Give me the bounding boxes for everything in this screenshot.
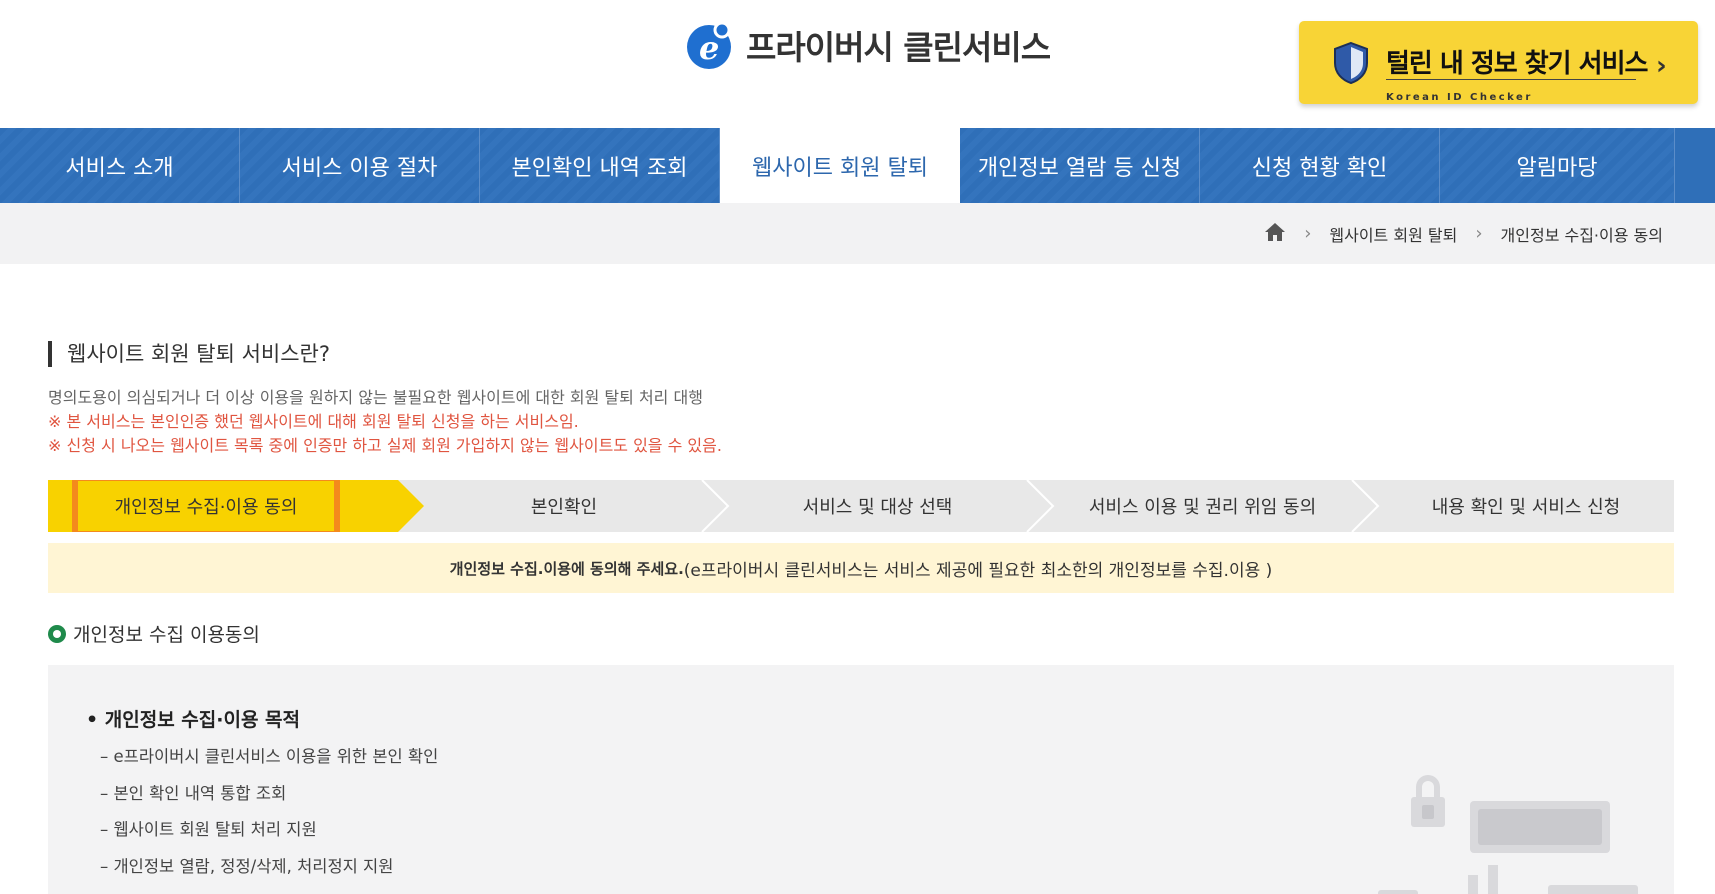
notice-text: (e프라이버시 클린서비스는 서비스 제공에 필요한 최소한의 개인정보를 수집… [683,560,1273,581]
list-item: – 웹사이트 회원 탈퇴 처리 지원 [100,820,317,839]
list-item: – e프라이버시 클린서비스 이용을 위한 본인 확인 [100,747,439,766]
promo-title: 털린 내 정보 찾기 서비스 [1386,49,1648,79]
home-icon[interactable] [1264,222,1286,246]
logo-text: 프라이버시 클린서비스 [746,28,1051,67]
privacy-lock-illustration-icon [1318,765,1674,894]
step-5-confirm-apply: 내용 확인 및 서비스 신청 [1431,497,1621,518]
chevron-right-icon: › [1656,51,1667,81]
promo-divider [1386,79,1636,80]
nav-item-personal-info-request[interactable]: 개인정보 열람 등 신청 [960,128,1200,203]
nav-item-application-status[interactable]: 신청 현황 확인 [1200,128,1440,203]
consent-title: 개인정보 수집 이용동의 [73,624,260,646]
circle-bullet-icon [48,624,66,643]
breadcrumb-current: 개인정보 수집·이용 동의 [1500,225,1663,245]
consent-section-heading: 개인정보 수집 이용동의 [48,620,260,647]
page-title: 웹사이트 회원 탈퇴 서비스란? [48,341,330,367]
promo-subtitle: Korean ID Checker [1386,92,1533,103]
header: e 프라이버시 클린서비스 털린 내 정보 찾기 서비스 Korean ID C… [0,0,1715,128]
shield-icon [1333,41,1369,89]
breadcrumb: › 웹사이트 회원 탈퇴 › 개인정보 수집·이용 동의 [1264,203,1663,264]
note-text: ※ 본 서비스는 본인인증 했던 웹사이트에 대해 회원 탈퇴 신청을 하는 서… [48,412,579,431]
step-progress: 개인정보 수집·이용 동의 본인확인 서비스 및 대상 선택 서비스 이용 및 … [48,480,1674,532]
purpose-list: – e프라이버시 클린서비스 이용을 위한 본인 확인 – 본인 확인 내역 통… [100,743,438,889]
consent-terms-panel[interactable]: • 개인정보 수집·이용 목적 – e프라이버시 클린서비스 이용을 위한 본인… [48,665,1674,894]
site-logo[interactable]: e 프라이버시 클린서비스 [684,18,1051,72]
breadcrumb-bar: › 웹사이트 회원 탈퇴 › 개인정보 수집·이용 동의 [0,203,1715,264]
purpose-heading: • 개인정보 수집·이용 목적 [86,709,301,731]
main-nav: 서비스 소개 서비스 이용 절차 본인확인 내역 조회 웹사이트 회원 탈퇴 개… [0,128,1715,203]
step-4-delegation-consent: 서비스 이용 및 권리 위임 동의 [1088,497,1317,518]
nav-item-website-withdrawal[interactable]: 웹사이트 회원 탈퇴 [720,128,960,203]
section-description: 명의도용이 의심되거나 더 이상 이용을 원하지 않는 불필요한 웹사이트에 대… [48,386,722,458]
consent-notice: 개인정보 수집.이용에 동의해 주세요. (e프라이버시 클린서비스는 서비스 … [48,543,1674,593]
breadcrumb-item[interactable]: 웹사이트 회원 탈퇴 [1329,222,1457,246]
step-2-identity: 본인확인 [530,497,598,518]
korean-id-checker-banner[interactable]: 털린 내 정보 찾기 서비스 Korean ID Checker › [1299,21,1698,104]
nav-item-service-procedure[interactable]: 서비스 이용 절차 [240,128,480,203]
nav-item-notice-board[interactable]: 알림마당 [1440,128,1675,203]
nav-item-identity-history[interactable]: 본인확인 내역 조회 [480,128,720,203]
note-text: ※ 신청 시 나오는 웹사이트 목록 중에 인증만 하고 실제 회원 가입하지 … [48,436,722,455]
logo-letter: e [699,29,719,67]
list-item: – 개인정보 열람, 정정/삭제, 처리정지 지원 [100,856,394,876]
step-1-consent[interactable]: 개인정보 수집·이용 동의 [75,480,337,532]
chevron-right-icon: › [1475,223,1483,244]
notice-bold: 개인정보 수집.이용에 동의해 주세요. [449,559,684,578]
list-item: – 본인 확인 내역 통합 조회 [100,783,287,803]
step-3-select-service: 서비스 및 대상 선택 [802,497,953,518]
nav-item-service-intro[interactable]: 서비스 소개 [0,128,240,203]
chevron-right-icon: › [1304,223,1312,244]
description-text: 명의도용이 의심되거나 더 이상 이용을 원하지 않는 불필요한 웹사이트에 대… [48,388,703,407]
e-logo-icon: e [684,20,734,70]
